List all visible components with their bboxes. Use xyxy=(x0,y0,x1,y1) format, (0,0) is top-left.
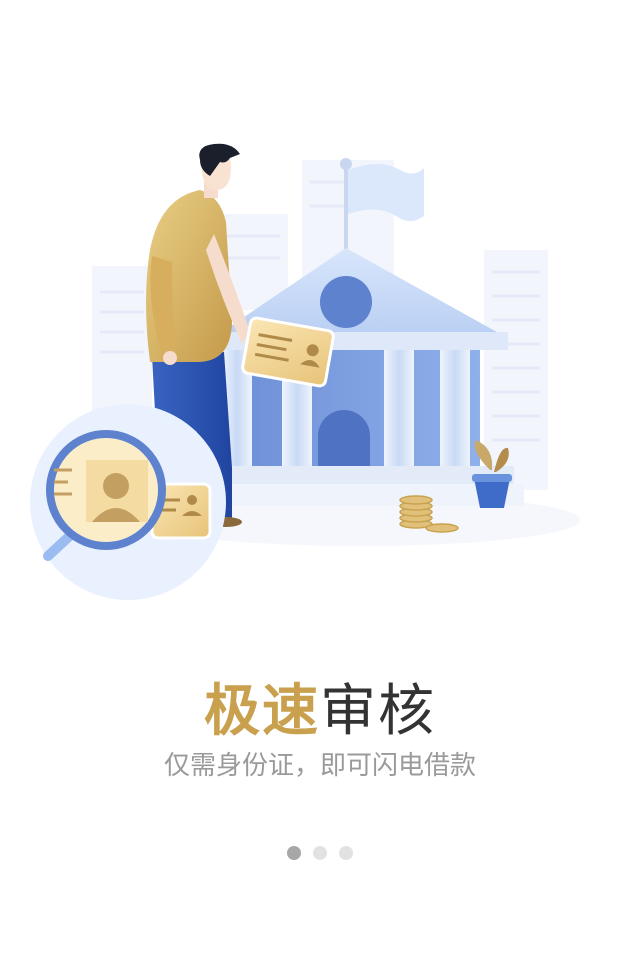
fast-review-illustration xyxy=(30,143,580,600)
pagination-dot-3[interactable] xyxy=(339,846,353,860)
magnifier-id-card-icon xyxy=(30,404,226,600)
pagination-dot-1[interactable] xyxy=(287,846,301,860)
onboarding-screen: 极速审核 仅需身份证，即可闪电借款 xyxy=(0,0,640,960)
page-subtitle: 仅需身份证，即可闪电借款 xyxy=(163,751,476,781)
title-accent: 极速 xyxy=(204,679,320,744)
pagination-dots xyxy=(0,846,640,860)
title-plain: 审核 xyxy=(320,679,436,744)
pagination-dot-2[interactable] xyxy=(313,846,327,860)
page-title: 极速审核 xyxy=(0,676,640,748)
